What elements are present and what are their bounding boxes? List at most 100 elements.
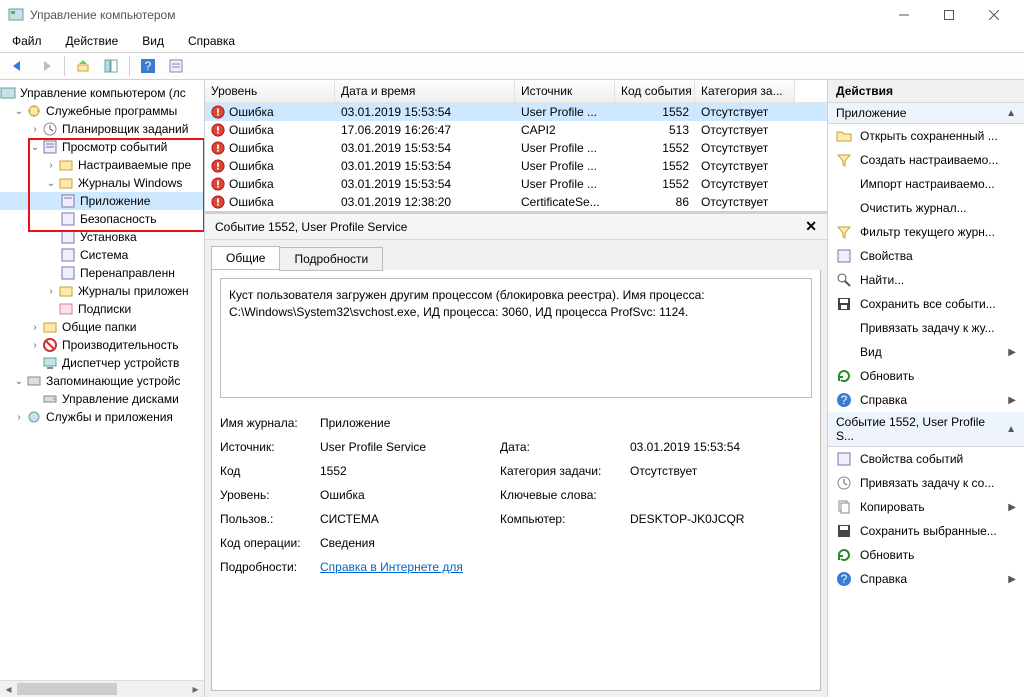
menu-help[interactable]: Справка (184, 32, 239, 50)
tree-label: Настраиваемые пре (78, 158, 191, 172)
tree-system[interactable]: Система (0, 246, 204, 264)
chevron-right-icon: ▶ (1008, 502, 1016, 513)
tree-device-manager[interactable]: Диспетчер устройств (0, 354, 204, 372)
event-row[interactable]: Ошибка03.01.2019 15:53:54User Profile ..… (205, 157, 827, 175)
navigation-tree[interactable]: Управление компьютером (лс ⌄Служебные пр… (0, 80, 205, 697)
help-icon: ? (836, 392, 852, 408)
event-row[interactable]: Ошибка03.01.2019 15:53:54User Profile ..… (205, 103, 827, 121)
tree-root[interactable]: Управление компьютером (лс (0, 84, 204, 102)
tab-details[interactable]: Подробности (279, 247, 383, 271)
tree-forwarded[interactable]: Перенаправленн (0, 264, 204, 282)
tree-setup[interactable]: Установка (0, 228, 204, 246)
col-category[interactable]: Категория за... (695, 80, 795, 102)
show-hide-button[interactable] (99, 55, 123, 77)
tree-performance[interactable]: ›Производительность (0, 336, 204, 354)
menu-action[interactable]: Действие (62, 32, 123, 50)
action-open-saved[interactable]: Открыть сохраненный ... (828, 124, 1024, 148)
toolbar: ? (0, 52, 1024, 80)
tree-disk-management[interactable]: Управление дисками (0, 390, 204, 408)
action-attach-task-event[interactable]: Привязать задачу к со... (828, 471, 1024, 495)
minimize-button[interactable] (881, 0, 926, 30)
tree-subscriptions[interactable]: Подписки (0, 300, 204, 318)
action-import-custom[interactable]: Импорт настраиваемо... (828, 172, 1024, 196)
actions-group-event[interactable]: Событие 1552, User Profile S...▲ (828, 412, 1024, 447)
tree-system-tools[interactable]: ⌄Служебные программы (0, 102, 204, 120)
tree-storage[interactable]: ⌄Запоминающие устройс (0, 372, 204, 390)
col-eventid[interactable]: Код события (615, 80, 695, 102)
tree-application[interactable]: Приложение (0, 192, 204, 210)
tree-label: Общие папки (62, 320, 136, 334)
tree-task-scheduler[interactable]: ›Планировщик заданий (0, 120, 204, 138)
col-level[interactable]: Уровень (205, 80, 335, 102)
action-help-2[interactable]: ?Справка▶ (828, 567, 1024, 591)
action-view[interactable]: Вид▶ (828, 340, 1024, 364)
blank-icon (836, 176, 852, 192)
lbl-more: Подробности: (220, 560, 320, 574)
up-button[interactable] (71, 55, 95, 77)
action-properties[interactable]: Свойства (828, 244, 1024, 268)
tree-security[interactable]: Безопасность (0, 210, 204, 228)
tree-app-logs[interactable]: ›Журналы приложен (0, 282, 204, 300)
val-source: User Profile Service (320, 440, 500, 454)
actions-group-application[interactable]: Приложение▲ (828, 103, 1024, 124)
tree-windows-logs[interactable]: ⌄Журналы Windows (0, 174, 204, 192)
help-button[interactable]: ? (136, 55, 160, 77)
event-message: Куст пользователя загружен другим процес… (220, 278, 812, 398)
properties-button[interactable] (164, 55, 188, 77)
scroll-thumb[interactable] (17, 683, 117, 695)
tab-general[interactable]: Общие (211, 246, 280, 270)
action-save-selected[interactable]: Сохранить выбранные... (828, 519, 1024, 543)
val-taskcat: Отсутствует (630, 464, 812, 478)
maximize-button[interactable] (926, 0, 971, 30)
event-row[interactable]: Ошибка03.01.2019 15:53:54User Profile ..… (205, 139, 827, 157)
action-event-properties[interactable]: Свойства событий (828, 447, 1024, 471)
close-button[interactable] (971, 0, 1016, 30)
action-attach-task[interactable]: Привязать задачу к жу... (828, 316, 1024, 340)
save-icon (836, 296, 852, 312)
tree-label: Просмотр событий (62, 140, 167, 154)
tree-label: Перенаправленн (80, 266, 175, 280)
event-row[interactable]: Ошибка03.01.2019 12:38:20CertificateSe..… (205, 193, 827, 211)
back-button[interactable] (6, 55, 30, 77)
chevron-right-icon: ▶ (1008, 574, 1016, 585)
event-row[interactable]: Ошибка03.01.2019 15:53:54User Profile ..… (205, 175, 827, 193)
lbl-computer: Компьютер: (500, 512, 630, 526)
tree-scrollbar[interactable]: ◂ ▸ (0, 680, 204, 697)
detail-close-button[interactable]: ✕ (805, 218, 817, 235)
tree-services-apps[interactable]: ›Службы и приложения (0, 408, 204, 426)
save-icon (836, 523, 852, 539)
find-icon (836, 272, 852, 288)
menu-view[interactable]: Вид (138, 32, 168, 50)
val-more-link[interactable]: Справка в Интернете для (320, 560, 812, 574)
col-source[interactable]: Источник (515, 80, 615, 102)
tree-shared-folders[interactable]: ›Общие папки (0, 318, 204, 336)
tree-label: Система (80, 248, 128, 262)
action-save-all[interactable]: Сохранить все событи... (828, 292, 1024, 316)
app-icon (8, 7, 24, 23)
tree-label: Диспетчер устройств (62, 356, 179, 370)
action-filter-log[interactable]: Фильтр текущего журн... (828, 220, 1024, 244)
action-create-custom[interactable]: Создать настраиваемо... (828, 148, 1024, 172)
val-code: 1552 (320, 464, 500, 478)
tree-event-viewer[interactable]: ⌄Просмотр событий (0, 138, 204, 156)
action-refresh-2[interactable]: Обновить (828, 543, 1024, 567)
tree-root-label: Управление компьютером (лс (20, 86, 186, 100)
action-help[interactable]: ?Справка▶ (828, 388, 1024, 412)
properties-icon (836, 248, 852, 264)
lbl-user: Пользов.: (220, 512, 320, 526)
action-copy[interactable]: Копировать▶ (828, 495, 1024, 519)
forward-button[interactable] (34, 55, 58, 77)
action-clear-log[interactable]: Очистить журнал... (828, 196, 1024, 220)
menu-file[interactable]: Файл (8, 32, 46, 50)
val-user: СИСТЕМА (320, 512, 500, 526)
scroll-left-icon[interactable]: ◂ (0, 681, 17, 697)
tree-label: Запоминающие устройс (46, 374, 180, 388)
scroll-right-icon[interactable]: ▸ (187, 681, 204, 697)
refresh-icon (836, 547, 852, 563)
col-datetime[interactable]: Дата и время (335, 80, 515, 102)
event-row[interactable]: Ошибка17.06.2019 16:26:47CAPI2513Отсутст… (205, 121, 827, 139)
action-find[interactable]: Найти... (828, 268, 1024, 292)
action-refresh[interactable]: Обновить (828, 364, 1024, 388)
tree-custom-views[interactable]: ›Настраиваемые пре (0, 156, 204, 174)
blank-icon (836, 320, 852, 336)
